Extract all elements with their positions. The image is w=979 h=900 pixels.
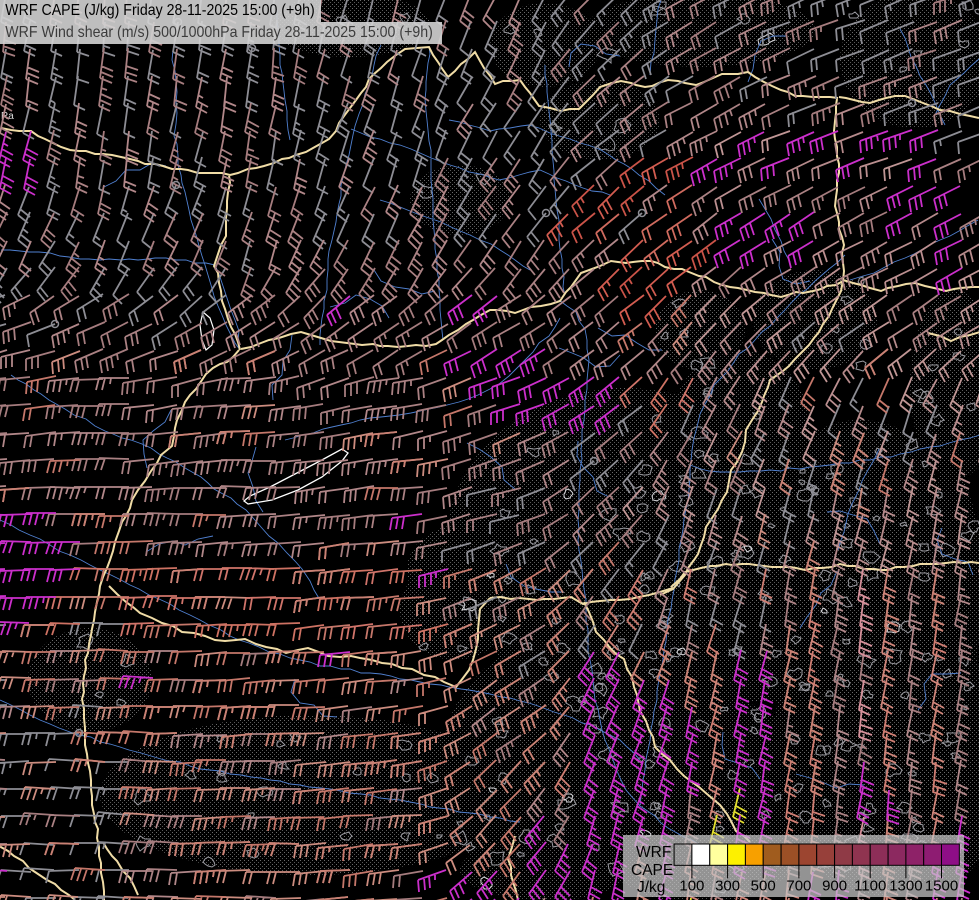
svg-text:500: 500 [751, 877, 776, 894]
svg-text:1100: 1100 [854, 877, 886, 894]
svg-text:900: 900 [822, 877, 847, 894]
svg-text:J/kg: J/kg [637, 879, 665, 896]
svg-text:700: 700 [786, 877, 811, 894]
svg-text:1500: 1500 [925, 877, 958, 894]
svg-text:WRF: WRF [636, 844, 671, 861]
svg-text:CAPE: CAPE [631, 862, 673, 879]
svg-text:1300: 1300 [889, 877, 922, 894]
svg-text:100: 100 [679, 877, 704, 894]
svg-text:300: 300 [715, 877, 740, 894]
